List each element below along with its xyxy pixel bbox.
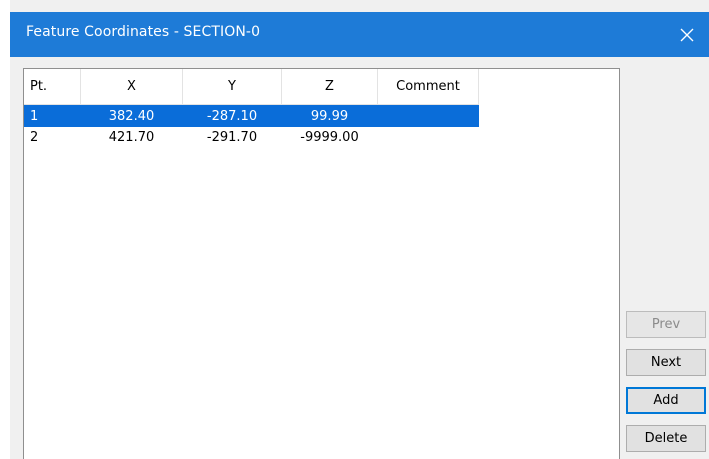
cell-x: 382.40 (80, 104, 183, 127)
delete-button[interactable]: Delete (626, 425, 706, 452)
cell-z: -9999.00 (300, 130, 359, 145)
column-header-z[interactable]: Z (281, 69, 378, 105)
column-header-comment[interactable]: Comment (377, 69, 479, 105)
cell-comment (377, 104, 479, 127)
coordinates-list[interactable]: Pt. X Y Z Comment 1 382.40 -287.10 99.99 (23, 68, 620, 459)
table-row[interactable]: 2 421.70 -291.70 -9999.00 (24, 127, 479, 148)
column-header-x[interactable]: X (80, 69, 183, 105)
dialog-client-area: Pt. X Y Z Comment 1 382.40 -287.10 99.99 (10, 57, 709, 459)
feature-coordinates-dialog: Feature Coordinates - SECTION-0 Pt. X Y … (0, 0, 709, 459)
column-header-y[interactable]: Y (182, 69, 282, 105)
cell-y: -291.70 (206, 130, 258, 145)
window-title: Feature Coordinates - SECTION-0 (26, 24, 261, 40)
cell-comment (378, 127, 479, 148)
cell-y: -287.10 (182, 104, 282, 127)
column-header-pt[interactable]: Pt. (24, 69, 81, 105)
cell-pt: 2 (30, 130, 39, 145)
cell-x: 421.70 (108, 130, 155, 145)
next-button[interactable]: Next (626, 349, 706, 376)
prev-button[interactable]: Prev (626, 311, 706, 338)
close-button[interactable] (665, 12, 709, 57)
cell-z: 99.99 (281, 104, 378, 127)
title-bar: Feature Coordinates - SECTION-0 (10, 12, 709, 57)
table-row[interactable]: 1 382.40 -287.10 99.99 (24, 104, 479, 127)
cell-pt: 1 (24, 104, 81, 127)
close-icon (680, 28, 694, 41)
coordinates-table: Pt. X Y Z Comment 1 382.40 -287.10 99.99 (24, 69, 479, 148)
table-header-row: Pt. X Y Z Comment (24, 69, 479, 105)
add-button[interactable]: Add (626, 387, 706, 414)
